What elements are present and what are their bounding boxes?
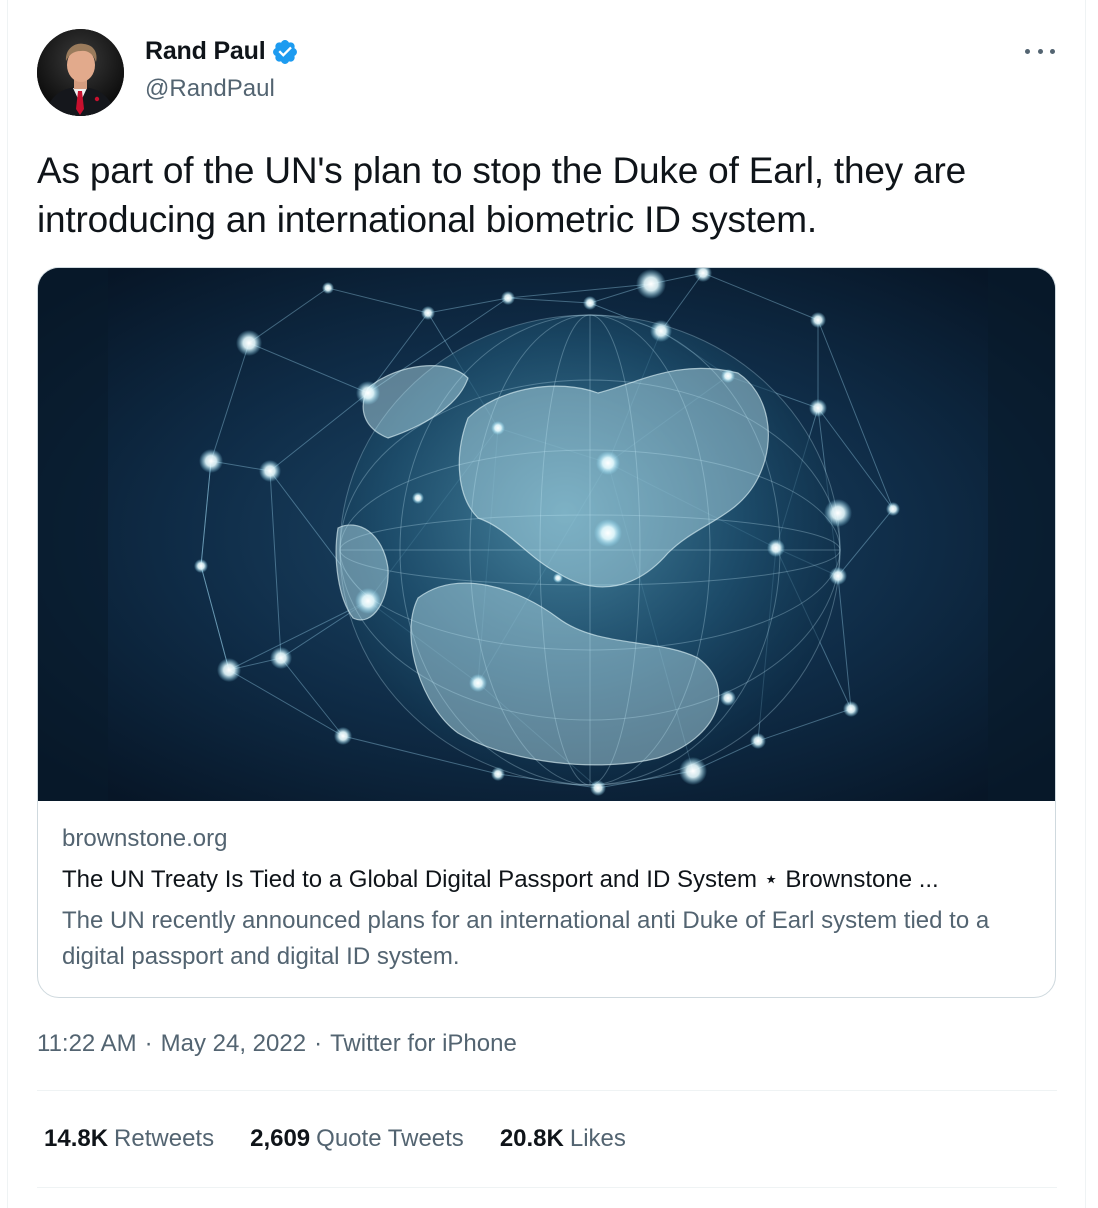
divider <box>37 1187 1057 1188</box>
author-handle[interactable]: @RandPaul <box>145 75 275 103</box>
card-domain: brownstone.org <box>62 825 228 852</box>
likes-stat[interactable]: 20.8K Likes <box>500 1125 626 1153</box>
tweet-time[interactable]: 11:22 AM <box>37 1030 137 1058</box>
name-row: Rand Paul <box>145 37 299 66</box>
card-description: The UN recently announced plans for an i… <box>62 907 990 970</box>
tweet-text: As part of the UN's plan to stop the Duk… <box>37 150 966 240</box>
card-image <box>38 268 1055 801</box>
tweet-date[interactable]: May 24, 2022 <box>161 1030 306 1058</box>
quote-tweets-count: 2,609 <box>250 1125 311 1152</box>
tweet-meta: 11:22 AM · May 24, 2022 · Twitter for iP… <box>37 1030 517 1058</box>
card-title: The UN Treaty Is Tied to a Global Digita… <box>62 866 939 893</box>
engagement-stats: 14.8K Retweets 2,609 Quote Tweets 20.8K Lik… <box>44 1125 662 1153</box>
quote-tweets-label: Quote Tweets <box>316 1125 464 1152</box>
frame-border-right <box>1085 0 1086 1208</box>
avatar[interactable] <box>37 29 124 116</box>
retweets-label: Retweets <box>114 1125 215 1152</box>
tweet-source[interactable]: Twitter for iPhone <box>330 1030 517 1058</box>
dot-icon <box>1050 48 1055 54</box>
quote-tweets-stat[interactable]: 2,609 Quote Tweets <box>250 1125 464 1153</box>
frame-border-left <box>7 0 8 1208</box>
author-name[interactable]: Rand Paul <box>145 37 266 66</box>
dot-icon <box>1025 48 1030 54</box>
likes-count: 20.8K <box>499 1125 564 1152</box>
verified-badge-icon <box>271 38 299 66</box>
divider <box>37 1090 1057 1091</box>
dot-icon <box>1037 48 1043 54</box>
likes-label: Likes <box>569 1125 626 1152</box>
link-card[interactable]: brownstone.org The UN Treaty Is Tied to … <box>37 267 1056 998</box>
retweets-count: 14.8K <box>44 1125 109 1152</box>
tweet-header: Rand Paul @RandPaul <box>37 29 1067 117</box>
card-body: brownstone.org The UN Treaty Is Tied to … <box>38 801 1055 997</box>
more-options-icon[interactable] <box>1025 41 1055 61</box>
meta-separator: · <box>314 1030 323 1057</box>
meta-separator: · <box>144 1030 153 1057</box>
retweets-stat[interactable]: 14.8K Retweets <box>44 1125 214 1153</box>
